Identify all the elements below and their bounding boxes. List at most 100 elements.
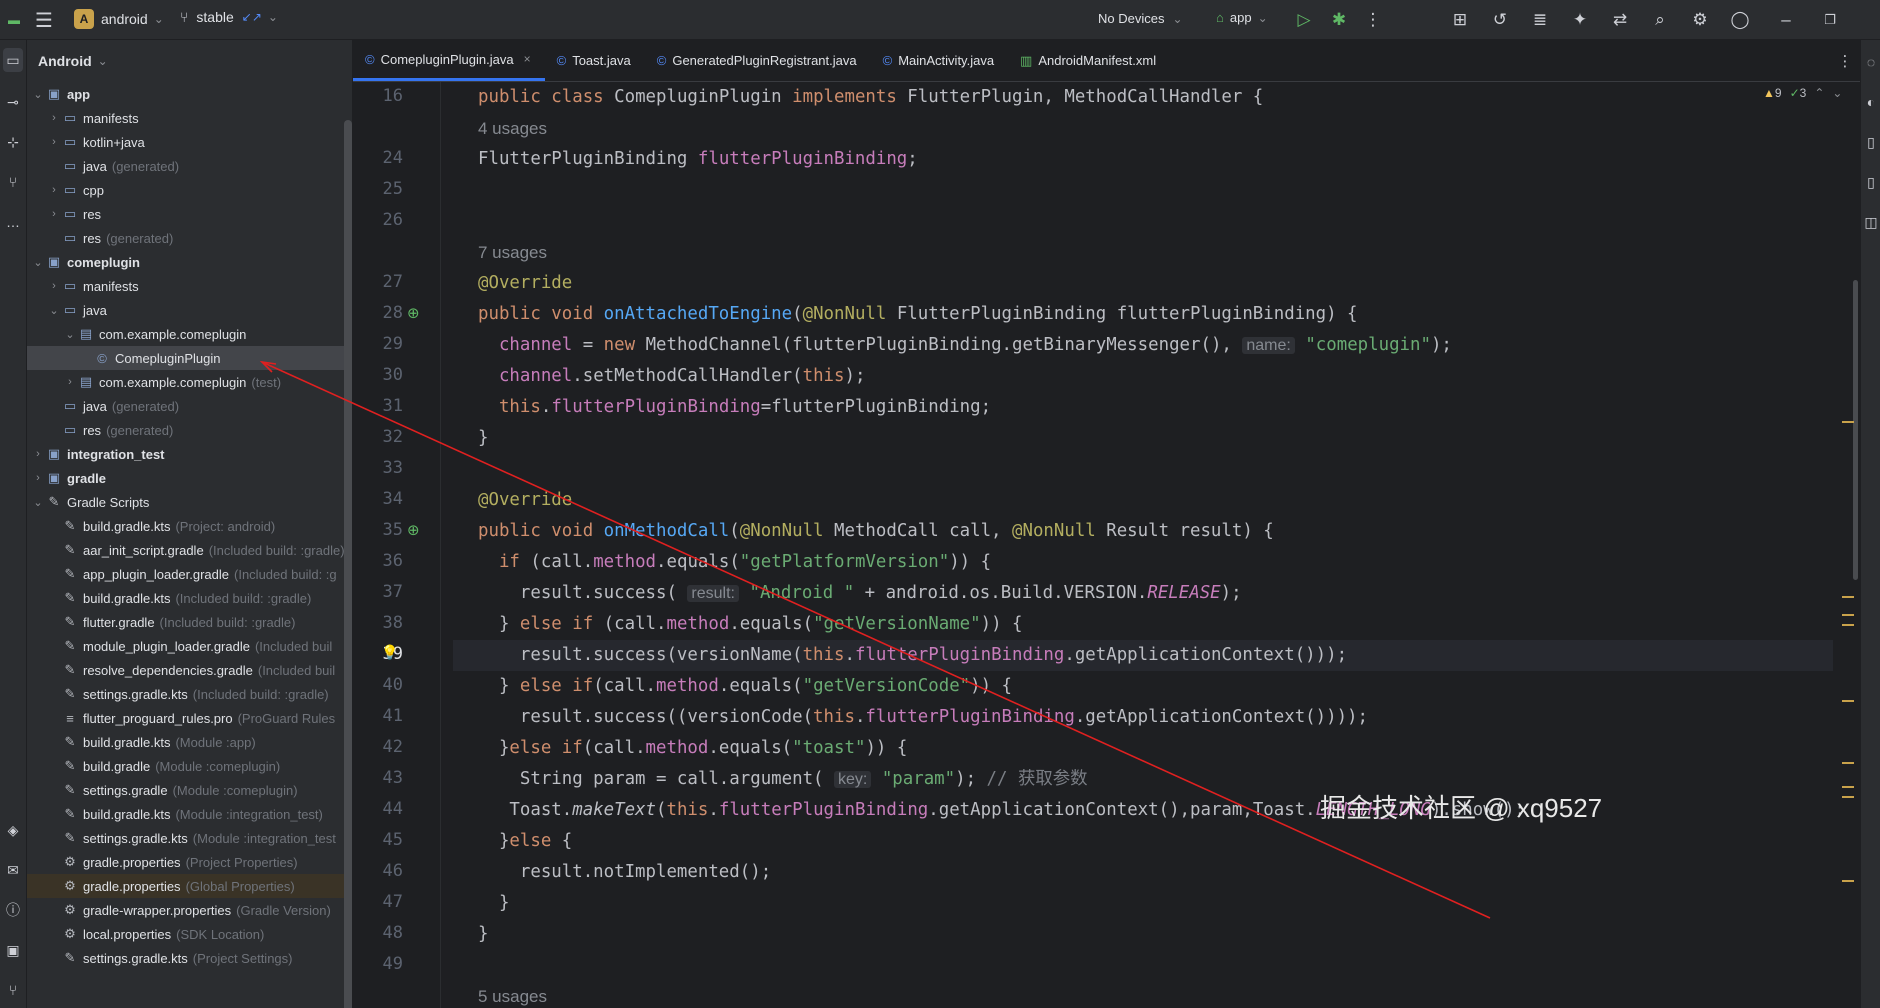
settings-gear-icon[interactable]: ⚙	[1688, 8, 1712, 32]
tree-item[interactable]: ⚙ gradle.properties (Global Properties)	[27, 874, 352, 898]
logcat-icon[interactable]: ✉	[3, 858, 23, 882]
tree-item[interactable]: ✎ settings.gradle.kts (Included build: :gr…	[27, 682, 352, 706]
tree-item[interactable]: ⌄ ▤ com.example.comeplugin	[27, 322, 352, 346]
code-line[interactable]: public class ComepluginPlugin implements…	[453, 82, 1833, 113]
tree-item[interactable]: ▭ res (generated)	[27, 418, 352, 442]
tree-item[interactable]: ⌄ ▣ comeplugin	[27, 250, 352, 274]
code-line[interactable]	[453, 454, 1833, 485]
tree-item[interactable]: ▭ java (generated)	[27, 394, 352, 418]
editor-tab[interactable]: © GeneratedPluginRegistrant.java	[645, 40, 871, 81]
error-stripe-mark[interactable]	[1842, 614, 1854, 616]
override-marker-icon[interactable]: ⊕	[407, 304, 420, 322]
commit-tool-icon[interactable]: ⊸	[3, 90, 23, 114]
tree-item[interactable]: ✎ resolve_dependencies.gradle (Included bu…	[27, 658, 352, 682]
tree-item[interactable]: › ▣ integration_test	[27, 442, 352, 466]
project-vertical-scrollbar[interactable]	[344, 120, 352, 1008]
chevron-right-icon[interactable]: ›	[47, 280, 61, 292]
tree-item[interactable]: ✎ build.gradle.kts (Project: android)	[27, 514, 352, 538]
chevron-down-icon[interactable]: ⌄	[31, 88, 45, 101]
code-line[interactable]	[453, 950, 1833, 981]
sync-project-icon[interactable]: ≣	[1528, 8, 1552, 32]
code-line[interactable]: channel = new MethodChannel(flutterPlugi…	[453, 330, 1833, 361]
close-tab-icon[interactable]: ×	[524, 52, 531, 66]
usage-hint[interactable]: 7 usages	[453, 237, 1833, 268]
tree-item[interactable]: › ▭ manifests	[27, 106, 352, 130]
project-tool-icon[interactable]: ▭	[3, 48, 23, 72]
tab-options-icon[interactable]: ⋮	[1833, 49, 1857, 73]
usage-hint[interactable]: 5 usages	[453, 981, 1833, 1008]
tree-item[interactable]: › ▭ kotlin+java	[27, 130, 352, 154]
minimize-icon[interactable]: –	[1774, 8, 1798, 32]
chevron-right-icon[interactable]: ›	[47, 136, 61, 148]
vcs-branch-selector[interactable]: ⑂ stable ↙↗ ⌄	[180, 9, 278, 25]
project-selector[interactable]: A android ⌄	[74, 9, 164, 29]
tree-item[interactable]: ✎ build.gradle.kts (Module :app)	[27, 730, 352, 754]
code-line[interactable]: @Override	[453, 485, 1833, 516]
tree-item[interactable]: ⌄ ▣ app	[27, 82, 352, 106]
error-stripe-mark[interactable]	[1842, 624, 1854, 626]
code-line[interactable]: public void onMethodCall(@NonNull Method…	[453, 516, 1833, 547]
tree-item[interactable]: › ▭ res	[27, 202, 352, 226]
gradle-tool-icon[interactable]: ◐	[1861, 90, 1880, 114]
tree-item[interactable]: © ComepluginPlugin	[27, 346, 352, 370]
run-config-selector[interactable]: ⌂ app ⌄	[1216, 10, 1268, 25]
code-line[interactable]: if (call.method.equals("getPlatformVersi…	[453, 547, 1833, 578]
error-stripe-mark[interactable]	[1842, 596, 1854, 598]
chevron-down-icon[interactable]: ⌄	[31, 496, 45, 509]
code-line[interactable]: }	[453, 423, 1833, 454]
code-line[interactable]: }else if(call.method.equals("toast")) {	[453, 733, 1833, 764]
chevron-down-icon[interactable]: ⌄	[47, 304, 61, 317]
tree-item[interactable]: ✎ aar_init_script.gradle (Included build: …	[27, 538, 352, 562]
chevron-right-icon[interactable]: ›	[31, 448, 45, 460]
structure-tool-icon[interactable]: ⊹	[3, 130, 23, 154]
apply-changes-icon[interactable]: ↺	[1488, 8, 1512, 32]
tree-item[interactable]: ✎ build.gradle.kts (Module :integration_te…	[27, 802, 352, 826]
tree-item[interactable]: ✎ settings.gradle.kts (Project Settings)	[27, 946, 352, 970]
code-line[interactable]: result.notImplemented();	[453, 857, 1833, 888]
chevron-right-icon[interactable]: ›	[47, 184, 61, 196]
tree-item[interactable]: ⚙ gradle-wrapper.properties (Gradle Versio…	[27, 898, 352, 922]
search-icon[interactable]: ⌕	[1648, 8, 1672, 32]
tree-item[interactable]: ⚙ gradle.properties (Project Properties)	[27, 850, 352, 874]
sdk-manager-icon[interactable]: ⇄	[1608, 8, 1632, 32]
code-line[interactable]: FlutterPluginBinding flutterPluginBindin…	[453, 144, 1833, 175]
tree-item[interactable]: ✎ app_plugin_loader.gradle (Included build…	[27, 562, 352, 586]
editor-tab[interactable]: © Toast.java	[545, 40, 645, 81]
intention-bulb-icon[interactable]: 💡	[381, 644, 398, 661]
problems-icon[interactable]: ⓘ	[3, 898, 23, 922]
code-line[interactable]: result.success((versionCode(this.flutter…	[453, 702, 1833, 733]
chevron-down-icon[interactable]: ⌄	[63, 328, 77, 341]
tree-item[interactable]: ✎ build.gradle (Module :comeplugin)	[27, 754, 352, 778]
code-line[interactable]: } else if (call.method.equals("getVersio…	[453, 609, 1833, 640]
code-line[interactable]: String param = call.argument( key: "para…	[453, 764, 1833, 795]
code-line[interactable]: } else if(call.method.equals("getVersion…	[453, 671, 1833, 702]
run-icon[interactable]: ▷	[1292, 8, 1316, 32]
tree-item[interactable]: ⌄ ✎ Gradle Scripts	[27, 490, 352, 514]
code-content[interactable]: public class ComepluginPlugin implements…	[453, 82, 1833, 1008]
device-manager-icon[interactable]: ⊞	[1448, 8, 1472, 32]
code-line[interactable]	[453, 206, 1833, 237]
tree-item[interactable]: › ▭ manifests	[27, 274, 352, 298]
restore-window-icon[interactable]: ❐	[1818, 8, 1842, 32]
code-line[interactable]: Toast.makeText(this.flutterPluginBinding…	[453, 795, 1833, 826]
code-line[interactable]: result.success( result: "Android " + and…	[453, 578, 1833, 609]
error-stripe-mark[interactable]	[1842, 880, 1854, 882]
notifications-icon[interactable]: ◌	[1861, 50, 1880, 74]
account-icon[interactable]: ◯	[1728, 8, 1752, 32]
tree-item[interactable]: ▭ java (generated)	[27, 154, 352, 178]
code-line[interactable]: public void onAttachedToEngine(@NonNull …	[453, 299, 1833, 330]
tree-item[interactable]: ⌄ ▭ java	[27, 298, 352, 322]
usage-hint[interactable]: 4 usages	[453, 113, 1833, 144]
version-control-icon[interactable]: ⑂	[3, 978, 23, 1002]
code-line[interactable]: this.flutterPluginBinding=flutterPluginB…	[453, 392, 1833, 423]
project-view-selector[interactable]: Android ⌄	[27, 40, 352, 82]
error-stripe-mark[interactable]	[1842, 700, 1854, 702]
editor-vertical-scrollbar[interactable]	[1853, 280, 1858, 580]
chevron-down-icon[interactable]: ⌄	[31, 256, 45, 269]
tree-item[interactable]: ⚙ local.properties (SDK Location)	[27, 922, 352, 946]
code-line[interactable]: result.success(versionName(this.flutterP…	[453, 640, 1833, 671]
code-line[interactable]: @Override	[453, 268, 1833, 299]
chevron-right-icon[interactable]: ›	[63, 376, 77, 388]
terminal-icon[interactable]: ▣	[3, 938, 23, 962]
editor-tab[interactable]: © MainActivity.java	[871, 40, 1008, 81]
